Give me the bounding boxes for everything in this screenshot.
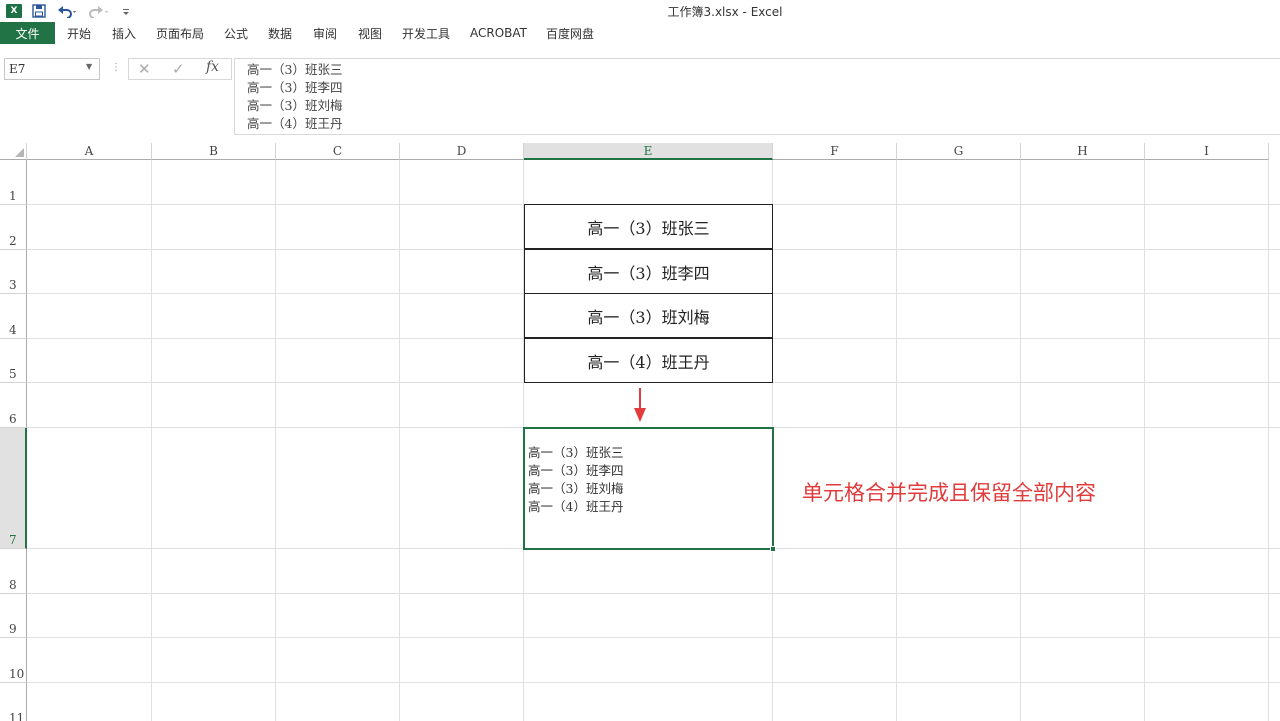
window-title: 工作簿3.xlsx - Excel bbox=[667, 5, 783, 19]
row-header-9[interactable]: 9 bbox=[0, 594, 27, 638]
gridline bbox=[27, 593, 1280, 594]
title-bar: X 工作簿3.xlsx - Excel bbox=[0, 0, 1280, 22]
more-options-icon: ⋮ bbox=[111, 62, 121, 73]
insert-function-icon[interactable]: fx bbox=[206, 59, 219, 75]
cell-line: 高一（3）班张三 bbox=[528, 445, 624, 460]
tab-file[interactable]: 文件 bbox=[0, 22, 55, 44]
row-header-6[interactable]: 6 bbox=[0, 383, 27, 428]
chevron-down-icon[interactable]: ▼ bbox=[86, 62, 92, 71]
row-header-1[interactable]: 1 bbox=[0, 160, 27, 205]
cell-line: 高一（3）班李四 bbox=[528, 463, 624, 478]
formula-line: 高一（4）班王丹 bbox=[247, 116, 343, 131]
cell-e2[interactable]: 高一（3）班张三 bbox=[524, 204, 773, 249]
row-header-4[interactable]: 4 bbox=[0, 294, 27, 339]
column-header-c[interactable]: C bbox=[276, 143, 400, 160]
row-header-2[interactable]: 2 bbox=[0, 205, 27, 250]
column-header-g[interactable]: G bbox=[897, 143, 1021, 160]
formula-line: 高一（3）班李四 bbox=[247, 80, 343, 95]
tab-formulas[interactable]: 公式 bbox=[224, 22, 248, 44]
ribbon-tab-bar: 文件 开始 插入 页面布局 公式 数据 审阅 视图 开发工具 ACROBAT 百… bbox=[0, 22, 1280, 44]
row-header-7[interactable]: 7 bbox=[0, 428, 27, 549]
column-header-i[interactable]: I bbox=[1145, 143, 1269, 160]
column-header-f[interactable]: F bbox=[773, 143, 897, 160]
tab-insert[interactable]: 插入 bbox=[112, 22, 136, 44]
gridline bbox=[27, 637, 1280, 638]
tab-home[interactable]: 开始 bbox=[67, 22, 91, 44]
tab-developer[interactable]: 开发工具 bbox=[402, 22, 450, 44]
worksheet-grid[interactable]: A B C D E F G H I 1 2 3 4 5 6 7 8 9 10 1… bbox=[0, 143, 1280, 721]
column-header-d[interactable]: D bbox=[400, 143, 524, 160]
cell-line: 高一（4）班王丹 bbox=[528, 499, 624, 514]
formula-bar: E7 ▼ ⋮ ✕ ✓ fx 高一（3）班张三 高一（3）班李四 高一（3）班刘梅… bbox=[0, 56, 1280, 136]
cell-line: 高一（3）班刘梅 bbox=[528, 481, 624, 496]
column-header-a[interactable]: A bbox=[27, 143, 152, 160]
row-header-5[interactable]: 5 bbox=[0, 339, 27, 383]
select-all-icon bbox=[15, 148, 24, 157]
cancel-icon[interactable]: ✕ bbox=[138, 60, 151, 78]
row-header-8[interactable]: 8 bbox=[0, 549, 27, 594]
row-header-3[interactable]: 3 bbox=[0, 250, 27, 294]
annotation-text: 单元格合并完成且保留全部内容 bbox=[802, 482, 1096, 505]
column-header-e[interactable]: E bbox=[524, 143, 773, 160]
column-header-b[interactable]: B bbox=[152, 143, 276, 160]
formula-input[interactable]: 高一（3）班张三 高一（3）班李四 高一（3）班刘梅 高一（4）班王丹 bbox=[234, 58, 1280, 135]
row-header-11[interactable]: 11 bbox=[0, 683, 27, 721]
selected-cell-e7[interactable]: 高一（3）班张三 高一（3）班李四 高一（3）班刘梅 高一（4）班王丹 bbox=[523, 427, 774, 550]
cell-e4[interactable]: 高一（3）班刘梅 bbox=[524, 293, 773, 338]
gridline bbox=[27, 682, 1280, 683]
cell-e3[interactable]: 高一（3）班李四 bbox=[524, 249, 773, 294]
formula-line: 高一（3）班刘梅 bbox=[247, 98, 343, 113]
tab-baidu-netdisk[interactable]: 百度网盘 bbox=[546, 22, 594, 44]
tab-page-layout[interactable]: 页面布局 bbox=[156, 22, 204, 44]
tab-data[interactable]: 数据 bbox=[268, 22, 292, 44]
cell-e5[interactable]: 高一（4）班王丹 bbox=[524, 338, 773, 383]
row-header-10[interactable]: 10 bbox=[0, 638, 27, 683]
fill-handle[interactable] bbox=[770, 546, 776, 552]
formula-line: 高一（3）班张三 bbox=[247, 62, 343, 77]
tab-review[interactable]: 审阅 bbox=[313, 22, 337, 44]
enter-icon[interactable]: ✓ bbox=[172, 60, 185, 78]
column-header-h[interactable]: H bbox=[1021, 143, 1145, 160]
arrow-down-icon bbox=[634, 388, 646, 422]
tab-view[interactable]: 视图 bbox=[358, 22, 382, 44]
select-all-button[interactable] bbox=[0, 143, 27, 160]
tab-acrobat[interactable]: ACROBAT bbox=[470, 22, 527, 44]
